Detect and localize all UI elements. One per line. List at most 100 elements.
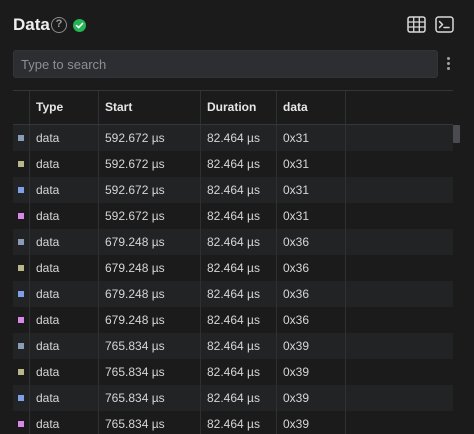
spacer-cell — [346, 359, 453, 385]
start-cell: 765.834 µs — [99, 333, 201, 359]
duration-cell: 82.464 µs — [201, 255, 277, 281]
row-color-cell — [13, 411, 30, 434]
color-swatch-icon — [18, 187, 24, 193]
column-header-duration[interactable]: Duration — [201, 91, 277, 124]
type-cell: data — [30, 411, 99, 434]
row-color-cell — [13, 359, 30, 385]
terminal-icon[interactable] — [435, 16, 454, 38]
color-swatch-icon — [18, 369, 24, 375]
start-cell: 592.672 µs — [99, 203, 201, 229]
table-row[interactable]: data 679.248 µs 82.464 µs 0x36 — [13, 281, 453, 307]
start-cell: 765.834 µs — [99, 411, 201, 434]
start-cell: 592.672 µs — [99, 151, 201, 177]
table-row[interactable]: data 592.672 µs 82.464 µs 0x31 — [13, 177, 453, 203]
table-row[interactable]: data 765.834 µs 82.464 µs 0x39 — [13, 411, 453, 434]
table-row[interactable]: data 592.672 µs 82.464 µs 0x31 — [13, 203, 453, 229]
start-cell: 679.248 µs — [99, 307, 201, 333]
spacer-cell — [346, 281, 453, 307]
type-cell: data — [30, 281, 99, 307]
start-cell: 679.248 µs — [99, 281, 201, 307]
spacer-cell — [346, 255, 453, 281]
table-row[interactable]: data 765.834 µs 82.464 µs 0x39 — [13, 385, 453, 411]
row-color-cell — [13, 229, 30, 255]
search-field[interactable] — [13, 50, 438, 78]
column-header-data[interactable]: data — [277, 91, 346, 124]
spacer-cell — [346, 151, 453, 177]
spacer-cell — [346, 411, 453, 434]
row-color-cell — [13, 385, 30, 411]
column-header-type[interactable]: Type — [30, 91, 99, 124]
spacer-cell — [346, 177, 453, 203]
type-cell: data — [30, 359, 99, 385]
table-row[interactable]: data 679.248 µs 82.464 µs 0x36 — [13, 307, 453, 333]
duration-cell: 82.464 µs — [201, 333, 277, 359]
start-cell: 765.834 µs — [99, 385, 201, 411]
table-grid-icon[interactable] — [407, 16, 426, 38]
table-row[interactable]: data 592.672 µs 82.464 µs 0x31 — [13, 151, 453, 177]
spacer-cell — [346, 307, 453, 333]
row-color-cell — [13, 177, 30, 203]
data-cell: 0x36 — [277, 307, 346, 333]
type-cell: data — [30, 307, 99, 333]
data-cell: 0x39 — [277, 359, 346, 385]
color-swatch-icon — [18, 421, 24, 427]
table-row[interactable]: data 592.672 µs 82.464 µs 0x31 — [13, 125, 453, 151]
row-color-cell — [13, 255, 30, 281]
data-cell: 0x31 — [277, 125, 346, 151]
color-swatch-icon — [18, 395, 24, 401]
column-header-start[interactable]: Start — [99, 91, 201, 124]
row-color-cell — [13, 281, 30, 307]
start-cell: 592.672 µs — [99, 177, 201, 203]
column-header-spacer — [346, 91, 453, 124]
table-row[interactable]: data 765.834 µs 82.464 µs 0x39 — [13, 333, 453, 359]
spacer-cell — [346, 385, 453, 411]
color-swatch-icon — [18, 213, 24, 219]
type-cell: data — [30, 229, 99, 255]
duration-cell: 82.464 µs — [201, 307, 277, 333]
data-cell: 0x31 — [277, 177, 346, 203]
type-cell: data — [30, 177, 99, 203]
color-column-header — [13, 91, 30, 124]
check-circle-icon — [73, 19, 86, 32]
color-swatch-icon — [18, 239, 24, 245]
duration-cell: 82.464 µs — [201, 125, 277, 151]
data-cell: 0x36 — [277, 229, 346, 255]
color-swatch-icon — [18, 291, 24, 297]
table-row[interactable]: data 679.248 µs 82.464 µs 0x36 — [13, 229, 453, 255]
panel-title: Data — [13, 15, 50, 34]
help-icon[interactable]: ? — [51, 17, 67, 33]
type-cell: data — [30, 385, 99, 411]
duration-cell: 82.464 µs — [201, 203, 277, 229]
duration-cell: 82.464 µs — [201, 177, 277, 203]
spacer-cell — [346, 229, 453, 255]
color-swatch-icon — [18, 265, 24, 271]
data-cell: 0x31 — [277, 203, 346, 229]
more-vertical-icon[interactable] — [446, 57, 452, 73]
data-cell: 0x36 — [277, 255, 346, 281]
spacer-cell — [346, 333, 453, 359]
table-header-row: Type Start Duration data — [13, 91, 453, 125]
start-cell: 592.672 µs — [99, 125, 201, 151]
row-color-cell — [13, 333, 30, 359]
start-cell: 679.248 µs — [99, 229, 201, 255]
start-cell: 679.248 µs — [99, 255, 201, 281]
type-cell: data — [30, 203, 99, 229]
row-color-cell — [13, 151, 30, 177]
duration-cell: 82.464 µs — [201, 359, 277, 385]
table-row[interactable]: data 679.248 µs 82.464 µs 0x36 — [13, 255, 453, 281]
search-input[interactable] — [14, 51, 437, 77]
start-cell: 765.834 µs — [99, 359, 201, 385]
type-cell: data — [30, 151, 99, 177]
scrollbar-thumb[interactable] — [453, 125, 460, 143]
data-cell: 0x39 — [277, 333, 346, 359]
data-cell: 0x39 — [277, 385, 346, 411]
data-table: Type Start Duration data data 592.672 µs 8… — [13, 90, 453, 434]
data-cell: 0x36 — [277, 281, 346, 307]
table-row[interactable]: data 765.834 µs 82.464 µs 0x39 — [13, 359, 453, 385]
spacer-cell — [346, 125, 453, 151]
spacer-cell — [346, 203, 453, 229]
color-swatch-icon — [18, 161, 24, 167]
type-cell: data — [30, 333, 99, 359]
type-cell: data — [30, 255, 99, 281]
duration-cell: 82.464 µs — [201, 229, 277, 255]
